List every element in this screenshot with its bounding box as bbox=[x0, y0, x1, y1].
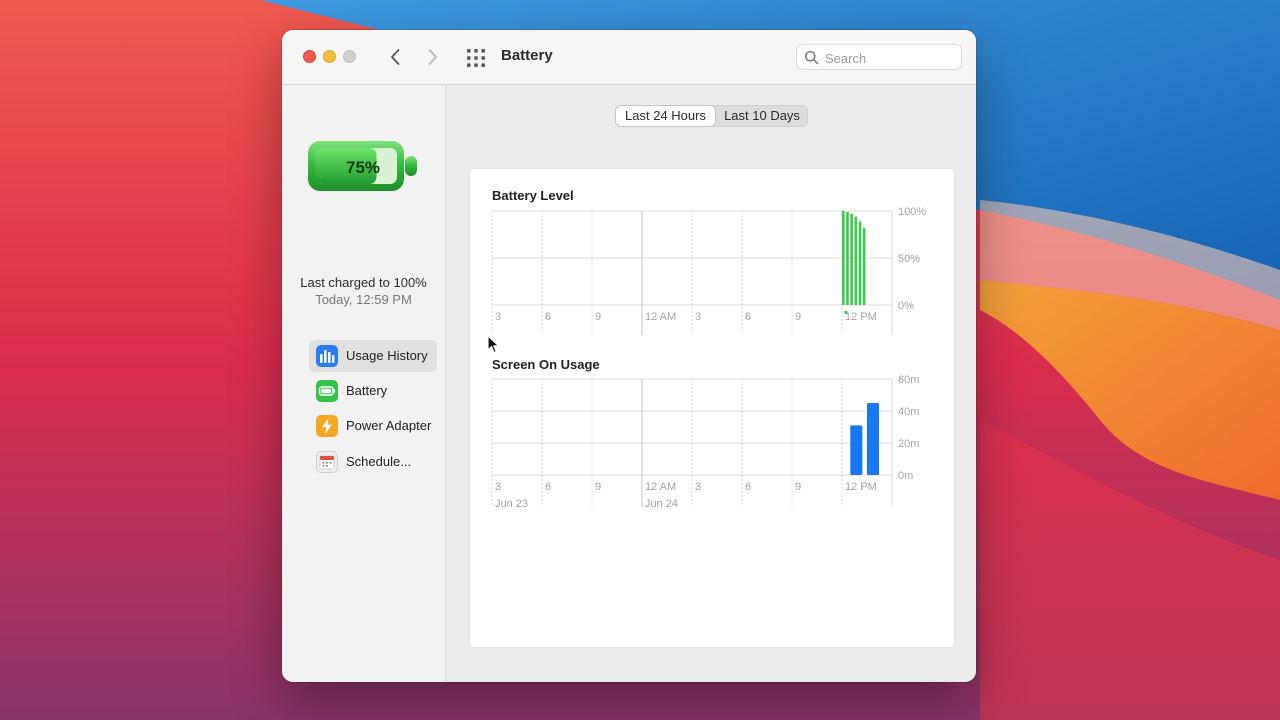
x-tick-label: 6 bbox=[545, 311, 551, 323]
sidebar-item-usage-history[interactable]: Usage History bbox=[309, 340, 437, 372]
last-charged-time: Today, 12:59 PM bbox=[315, 292, 412, 307]
charging-indicator bbox=[844, 311, 848, 314]
x-tick-label: 9 bbox=[595, 481, 601, 493]
show-all-button[interactable] bbox=[465, 47, 487, 69]
y-tick-label: 60m bbox=[898, 375, 919, 386]
x-tick-label: 12 AM bbox=[645, 481, 676, 493]
search-input[interactable] bbox=[823, 48, 959, 68]
battery-percent: 75% bbox=[345, 158, 381, 177]
back-button[interactable] bbox=[385, 46, 407, 68]
data-bar bbox=[842, 211, 845, 305]
sidebar-item-label: Schedule... bbox=[346, 454, 412, 469]
x-tick-label: 3 bbox=[695, 481, 701, 493]
chevron-left-icon bbox=[391, 49, 400, 65]
titlebar: Battery bbox=[282, 30, 976, 85]
y-tick-label: 100% bbox=[898, 207, 926, 218]
data-bar bbox=[862, 227, 866, 305]
x-tick-label: 3 bbox=[695, 311, 701, 323]
screen-on-usage-chart: 60m 40m 20m 0m 3 6 9 12 AM 3 6 9 12 PM Jun 23 Jun 24 bbox=[491, 375, 919, 510]
sidebar: 75% Last charged to 100% Today, 12:59 PM… bbox=[282, 85, 446, 682]
sidebar-item-schedule[interactable]: Schedule... bbox=[309, 446, 437, 478]
x-tick-label: 6 bbox=[745, 311, 751, 323]
x-tick-label: 6 bbox=[545, 481, 551, 493]
search-icon bbox=[804, 50, 819, 65]
data-bar bbox=[846, 211, 849, 305]
sidebar-item-battery[interactable]: Battery bbox=[309, 375, 437, 407]
lightning-icon bbox=[316, 415, 338, 437]
chevron-right-icon bbox=[428, 49, 437, 65]
window-title: Battery bbox=[501, 47, 553, 64]
y-tick-label: 0m bbox=[898, 470, 913, 482]
sidebar-item-power-adapter[interactable]: Power Adapter bbox=[309, 410, 437, 442]
x-tick-label: 3 bbox=[495, 481, 501, 493]
sidebar-item-label: Battery bbox=[346, 383, 388, 398]
data-bar bbox=[854, 216, 858, 305]
y-tick-label: 20m bbox=[898, 438, 919, 450]
date-label: Jun 23 bbox=[495, 498, 528, 510]
content-area: Last 24 Hours Last 10 Days Battery Level… bbox=[446, 85, 976, 682]
sidebar-item-label: Usage History bbox=[346, 348, 428, 363]
time-range-segmented-control: Last 24 Hours Last 10 Days bbox=[615, 105, 808, 127]
x-tick-label: 12 PM bbox=[845, 481, 877, 493]
data-bar bbox=[850, 213, 853, 305]
battery-level-chart-title: Battery Level bbox=[492, 188, 574, 203]
last-charged-label: Last charged to 100% bbox=[300, 275, 427, 290]
x-tick-label: 9 bbox=[595, 311, 601, 323]
x-tick-label: 9 bbox=[795, 311, 801, 323]
usage-history-panel: Battery Level 100% 50% 0% 3 6 9 12 AM 3 6 9 12 PM … bbox=[470, 169, 954, 647]
battery-level-chart: 100% 50% 0% 3 6 9 12 AM 3 6 9 12 PM bbox=[491, 207, 926, 335]
data-bar bbox=[850, 425, 863, 475]
minimize-window-button[interactable] bbox=[323, 50, 336, 63]
grid-icon bbox=[467, 49, 485, 67]
x-tick-label: 3 bbox=[495, 311, 501, 323]
x-tick-label: 12 AM bbox=[645, 311, 676, 323]
forward-button[interactable] bbox=[421, 46, 443, 68]
y-tick-label: 0% bbox=[898, 300, 914, 312]
x-tick-label: 6 bbox=[745, 481, 751, 493]
x-tick-label: 12 PM bbox=[845, 311, 877, 323]
zoom-window-button[interactable] bbox=[343, 50, 356, 63]
search-field[interactable] bbox=[796, 44, 962, 70]
calendar-icon bbox=[316, 451, 338, 473]
data-bar bbox=[867, 403, 879, 475]
screen-on-usage-chart-title: Screen On Usage bbox=[492, 357, 600, 372]
date-label: Jun 24 bbox=[645, 498, 678, 510]
data-bar bbox=[858, 221, 862, 305]
battery-icon bbox=[316, 380, 338, 402]
segment-last-24-hours[interactable]: Last 24 Hours bbox=[616, 106, 715, 126]
y-tick-label: 40m bbox=[898, 406, 919, 418]
close-window-button[interactable] bbox=[303, 50, 316, 63]
x-tick-label: 9 bbox=[795, 481, 801, 493]
y-tick-label: 50% bbox=[898, 253, 920, 265]
battery-preferences-window: Battery Search 75% Last charged to 100% … bbox=[282, 30, 976, 682]
mouse-pointer-icon bbox=[487, 335, 500, 354]
segment-last-10-days[interactable]: Last 10 Days bbox=[716, 105, 808, 127]
sidebar-item-label: Power Adapter bbox=[346, 418, 432, 433]
bar-chart-icon bbox=[316, 345, 338, 367]
